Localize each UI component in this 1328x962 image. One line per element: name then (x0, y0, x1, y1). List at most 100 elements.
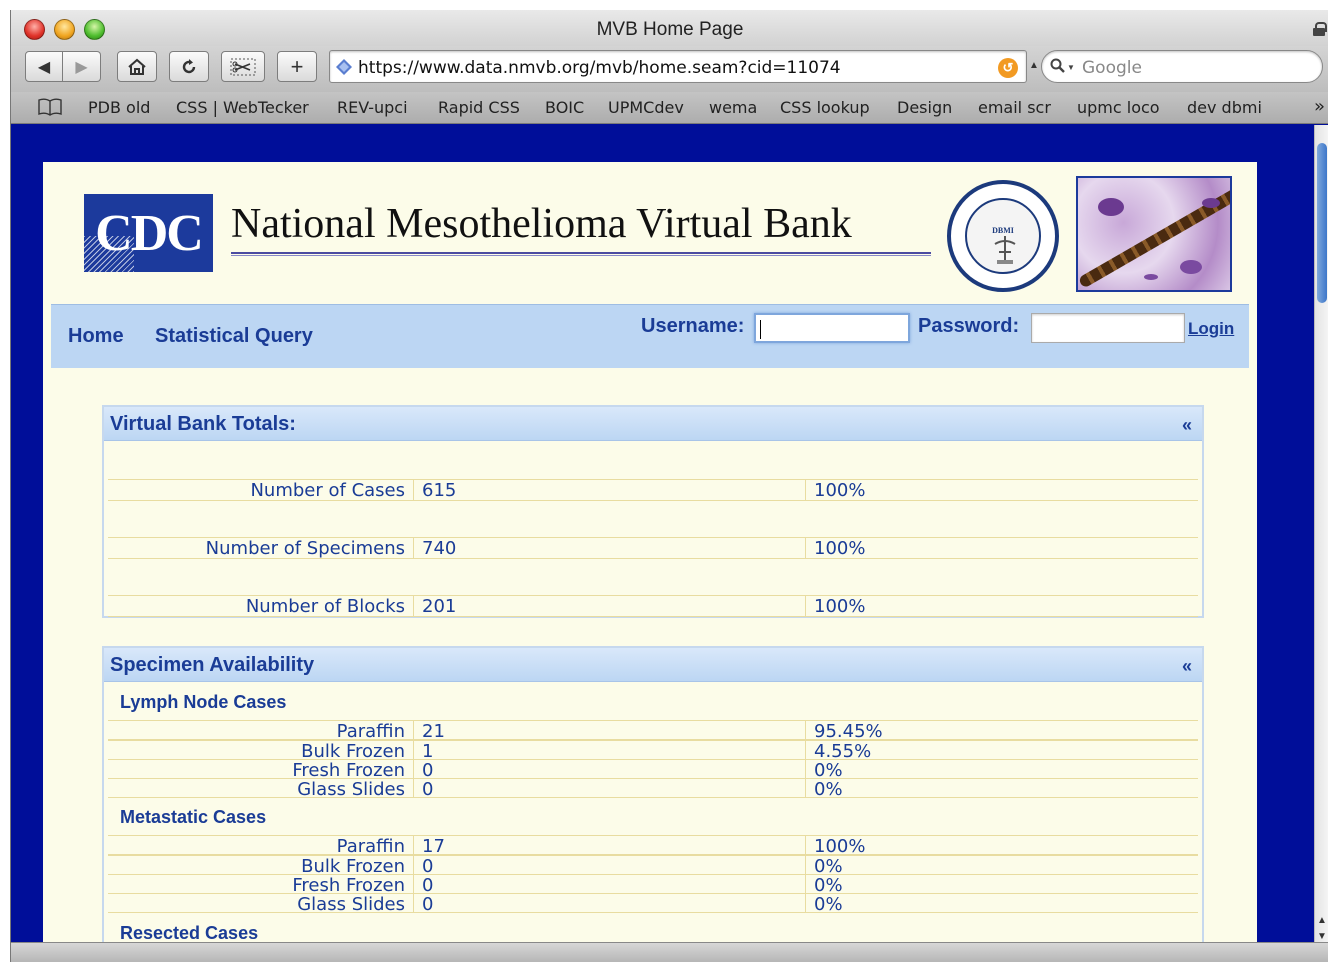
bookmark-item[interactable]: UPMCdev (608, 98, 684, 117)
reload-icon (182, 58, 196, 73)
site-header: CDC National Mesothelioma Virtual Bank D… (43, 162, 1257, 304)
table-row: Paraffin 17 100% (108, 835, 1198, 857)
scrollbar-thumb[interactable] (1317, 143, 1327, 303)
browser-window: MVB Home Page ◀ ▶ + https://www.data.nmv… (10, 10, 1328, 962)
row-label: Glass Slides (108, 779, 414, 800)
row-value: 0 (414, 875, 806, 896)
row-percent: 0% (814, 894, 843, 915)
snapback-icon[interactable]: ↺ (998, 58, 1018, 78)
row-label: Fresh Frozen (108, 875, 414, 896)
row-value: 0 (414, 760, 806, 781)
row-value: 740 (414, 538, 806, 559)
table-row: Number of Blocks 201 100% (108, 595, 1198, 617)
cdc-logo-text: CDC (95, 204, 204, 262)
bookmark-item[interactable]: email scr (978, 98, 1051, 117)
row-label: Number of Specimens (108, 538, 414, 559)
row-percent: 0% (814, 875, 843, 896)
browser-toolbar: ◀ ▶ + https://www.data.nmvb.org/mvb/home… (11, 46, 1328, 92)
bookmarks-overflow-icon[interactable]: » (1314, 96, 1325, 117)
window-title: MVB Home Page (596, 19, 744, 40)
row-percent: 0% (814, 856, 843, 877)
nav-statistical-query-link[interactable]: Statistical Query (155, 325, 313, 348)
title-underline (231, 252, 931, 256)
bookmark-item[interactable]: upmc loco (1077, 98, 1160, 117)
collapse-icon[interactable]: « (1182, 656, 1192, 677)
row-label: Bulk Frozen (108, 741, 414, 762)
table-row: Glass Slides 0 0% (108, 778, 1198, 800)
home-button[interactable] (117, 51, 157, 82)
scroll-down-icon[interactable]: ▼ (1317, 931, 1327, 942)
home-icon (128, 58, 146, 75)
row-label: Number of Cases (108, 480, 414, 501)
address-bar[interactable]: https://www.data.nmvb.org/mvb/home.seam?… (329, 50, 1027, 83)
availability-panel-header[interactable]: Specimen Availability « (104, 648, 1202, 682)
lock-icon (1313, 22, 1327, 36)
row-percent: 100% (814, 836, 866, 857)
row-value: 0 (414, 856, 806, 877)
cdc-logo[interactable]: CDC (84, 194, 213, 272)
row-label: Paraffin (108, 836, 414, 857)
row-label: Glass Slides (108, 894, 414, 915)
reload-button[interactable] (169, 51, 209, 82)
login-link[interactable]: Login (1188, 319, 1234, 339)
back-button[interactable]: ◀ (25, 51, 63, 82)
row-label: Bulk Frozen (108, 856, 414, 877)
site-favicon-icon (336, 59, 352, 75)
username-input[interactable] (754, 313, 910, 343)
availability-panel-title: Specimen Availability (110, 654, 315, 676)
table-row: Number of Cases 615 100% (108, 479, 1198, 501)
row-value: 1 (414, 741, 806, 762)
dbmi-seal-logo: DBMI (947, 180, 1059, 292)
add-bookmark-button[interactable]: + (277, 51, 317, 82)
row-value: 0 (414, 779, 806, 800)
row-percent: 4.55% (814, 741, 872, 762)
scroll-up-icon[interactable]: ▲ (1317, 915, 1327, 926)
caduceus-icon (994, 236, 1016, 264)
bookmark-item[interactable]: Rapid CSS (438, 98, 520, 117)
bookmark-item[interactable]: wema (709, 98, 757, 117)
nav-home-link[interactable]: Home (68, 325, 124, 348)
bookmark-item[interactable]: dev dbmi (1187, 98, 1262, 117)
forward-button[interactable]: ▶ (63, 51, 101, 82)
row-percent: 100% (814, 480, 866, 501)
table-row: Fresh Frozen 0 0% (108, 759, 1198, 781)
row-label: Fresh Frozen (108, 760, 414, 781)
search-dropdown-icon: ▼ (1067, 63, 1075, 72)
page-content: CDC National Mesothelioma Virtual Bank D… (43, 162, 1257, 952)
search-input[interactable]: ▼ Google (1041, 50, 1323, 83)
row-value: 21 (414, 721, 806, 742)
seal-text: DBMI (992, 226, 1014, 235)
search-placeholder: Google (1082, 58, 1142, 78)
table-row: Fresh Frozen 0 0% (108, 874, 1198, 896)
address-dropdown-icon[interactable]: ▲ (1029, 60, 1039, 71)
snippet-button[interactable] (221, 51, 265, 82)
site-title: National Mesothelioma Virtual Bank (231, 201, 852, 247)
bookmarks-book-icon[interactable] (37, 98, 63, 116)
totals-panel-header[interactable]: Virtual Bank Totals: « (104, 407, 1202, 441)
bookmarks-bar: PDB old CSS | WebTecker REV-upci Rapid C… (11, 92, 1328, 124)
forward-arrow-icon: ▶ (75, 58, 88, 76)
bookmark-item[interactable]: Design (897, 98, 952, 117)
collapse-icon[interactable]: « (1182, 415, 1192, 436)
bookmark-item[interactable]: PDB old (88, 98, 150, 117)
table-row: Bulk Frozen 1 4.55% (108, 740, 1198, 762)
title-bar: MVB Home Page (11, 10, 1328, 46)
nav-bar: Home Statistical Query Username: Passwor… (51, 304, 1249, 368)
row-value: 615 (414, 480, 806, 501)
group-title: Resected Cases (120, 923, 259, 943)
table-row: Glass Slides 0 0% (108, 893, 1198, 915)
bookmark-item[interactable]: CSS lookup (780, 98, 870, 117)
plus-icon: + (290, 53, 304, 79)
bookmark-item[interactable]: CSS | WebTecker (176, 98, 309, 117)
scissors-icon (230, 58, 256, 75)
vertical-scrollbar[interactable]: ▲ ▼ (1314, 125, 1328, 948)
group-title: Lymph Node Cases (120, 692, 287, 712)
bookmark-item[interactable]: BOIC (545, 98, 584, 117)
row-percent: 100% (814, 596, 866, 617)
row-percent: 95.45% (814, 721, 883, 742)
table-row: Number of Specimens 740 100% (108, 537, 1198, 559)
password-input[interactable] (1031, 313, 1185, 343)
bookmark-item[interactable]: REV-upci (337, 98, 408, 117)
search-icon (1050, 58, 1065, 73)
histology-image (1076, 176, 1232, 292)
